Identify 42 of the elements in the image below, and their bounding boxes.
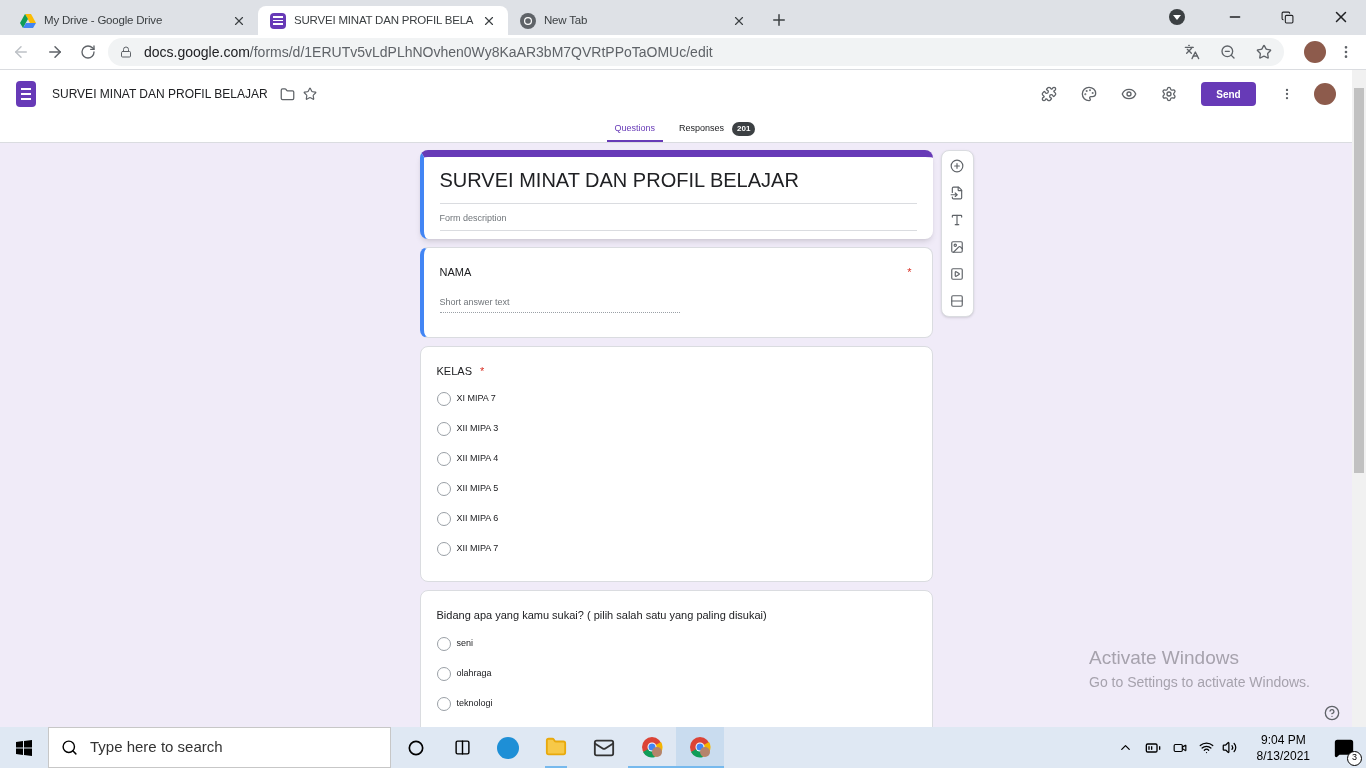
response-count: 201 [732, 122, 756, 136]
option-label: teknologi [456, 696, 493, 710]
question-title[interactable]: KELAS [436, 362, 472, 379]
question-card[interactable]: Bidang apa yang kamu sukai? ( pilih salah satu yang paling disukai) seni olahraga teknologi [419, 590, 933, 727]
url-text: docs.google.com/forms/d/1ERUTv5vLdPLhNOvhen0Wy8KaAR3bM7QVRtPPoTaOMUc/edit [144, 42, 713, 62]
form-title[interactable]: SURVEI MINAT DAN PROFIL BELAJAR [439, 165, 917, 204]
clock[interactable]: 9:04 PM 8/13/2021 [1256, 731, 1310, 764]
tab-title: SURVEI MINAT DAN PROFIL BELA [294, 12, 474, 28]
clock-time: 9:04 PM [1260, 731, 1306, 748]
tab-title: New Tab [544, 12, 589, 28]
address-bar[interactable]: docs.google.com/forms/d/1ERUTv5vLdPLhNOvhen0Wy8KaAR3bM7QVRtPPoTaOMUc/edit [108, 38, 1284, 66]
taskbar-search-field[interactable]: Type here to search [48, 727, 391, 768]
short-answer-field[interactable]: Short answer text [439, 296, 680, 313]
option-label: XII MIPA 4 [456, 452, 499, 466]
browser-tab[interactable]: New Tab [508, 6, 758, 35]
required-asterisk: * [479, 363, 485, 379]
tab-title: My Drive - Google Drive [44, 12, 164, 28]
description-field[interactable]: Form description [439, 204, 917, 231]
option-label: XII MIPA 5 [456, 482, 499, 496]
activation-subtitle: Go to Settings to activate Windows. [1089, 673, 1310, 692]
required-asterisk: * [907, 264, 912, 280]
question-card[interactable]: NAMA * Short answer text [419, 246, 933, 338]
option-label: XII MIPA 6 [456, 512, 499, 526]
tab-label: Questions [614, 122, 656, 136]
clock-date: 8/13/2021 [1256, 747, 1310, 764]
question-title[interactable]: NAMA [439, 263, 472, 280]
option-label: XII MIPA 3 [456, 422, 499, 436]
option-label: XI MIPA 7 [456, 392, 496, 406]
search-placeholder: Type here to search [90, 737, 223, 758]
option-label: XII MIPA 7 [456, 542, 499, 556]
question-title[interactable]: Bidang apa yang kamu sukai? ( pilih salah satu yang paling disukai) [436, 607, 767, 624]
browser-tab[interactable]: SURVEI MINAT DAN PROFIL BELA [258, 6, 508, 35]
activation-title: Activate Windows [1089, 645, 1240, 670]
document-title[interactable]: SURVEI MINAT DAN PROFIL BELAJAR [52, 85, 268, 103]
send-button[interactable]: Send [1201, 82, 1256, 106]
question-card[interactable]: KELAS * XI MIPA 7 XII MIPA 3 XII MIPA 4 XII MIPA 5 XII MIPA 6 XII MIPA 7 [419, 345, 933, 582]
form-tab[interactable]: Responses 201 [671, 118, 764, 142]
browser-tab[interactable]: My Drive - Google Drive [8, 6, 258, 35]
option-label: olahraga [456, 666, 492, 680]
form-title-card[interactable]: SURVEI MINAT DAN PROFIL BELAJAR Form description [419, 150, 933, 239]
tab-label: Responses [679, 122, 725, 136]
option-label: seni [456, 636, 473, 650]
